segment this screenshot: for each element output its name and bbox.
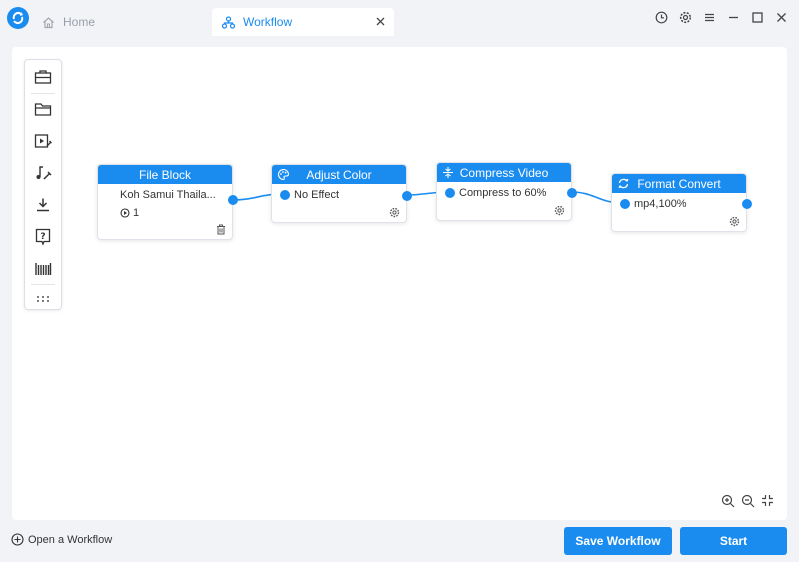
compress-video-title: Compress Video (459, 165, 549, 180)
file-block-title: File Block (138, 167, 191, 182)
close-tab-icon[interactable] (376, 16, 385, 28)
adjust-color-settings-icon[interactable] (389, 207, 400, 218)
format-convert-node[interactable]: Format Convert mp4,100% (611, 173, 752, 232)
workflow-icon (222, 15, 235, 29)
file-count-value: 1 (133, 207, 140, 219)
format-convert-header: Format Convert (612, 174, 746, 193)
node-connections (230, 191, 625, 204)
adjust-color-value: No Effect (294, 189, 340, 201)
tab-workflow-label: Workflow (243, 15, 293, 29)
convert-icon (617, 177, 630, 190)
fit-view-icon[interactable] (760, 493, 775, 508)
adjust-color-header: Adjust Color (272, 165, 406, 184)
app-logo-icon (7, 7, 29, 29)
home-icon (42, 16, 55, 29)
format-convert-settings-icon[interactable] (729, 216, 740, 227)
adjust-color-output-port[interactable] (402, 191, 412, 201)
window-controls (654, 10, 789, 25)
adjust-color-node[interactable]: Adjust Color No Effect (271, 164, 412, 223)
open-workflow-label: Open a Workflow (28, 533, 113, 546)
zoom-out-icon[interactable] (740, 493, 755, 508)
minimize-icon[interactable] (726, 10, 741, 25)
settings-icon[interactable] (678, 10, 693, 25)
palette-icon (277, 168, 290, 181)
maximize-icon[interactable] (750, 10, 765, 25)
open-workflow-link[interactable]: Open a Workflow (11, 533, 112, 546)
file-block-output-port[interactable] (228, 195, 238, 205)
format-convert-input-port[interactable] (620, 199, 630, 209)
zoom-in-icon[interactable] (720, 493, 735, 508)
tab-home[interactable]: Home (40, 8, 200, 36)
format-convert-value: mp4,100% (634, 198, 687, 210)
compress-video-header: Compress Video (437, 163, 571, 182)
zoom-controls (720, 493, 775, 508)
tab-home-label: Home (63, 15, 96, 29)
file-block-node[interactable]: File Block Koh Samui Thaila... 1 (97, 164, 238, 240)
workflow-canvas[interactable]: ? File Block Koh Samui Thaila... 1 Adjus… (12, 47, 787, 520)
title-bar: Home Workflow (0, 0, 799, 36)
format-convert-title: Format Convert (637, 176, 721, 191)
format-convert-output-port[interactable] (742, 199, 752, 209)
menu-icon[interactable] (702, 10, 717, 25)
close-icon[interactable] (774, 10, 789, 25)
compress-video-value: Compress to 60% (459, 187, 547, 199)
start-button[interactable]: Start (680, 527, 787, 555)
adjust-color-input-port[interactable] (280, 190, 290, 200)
compress-video-settings-icon[interactable] (554, 205, 565, 216)
delete-icon[interactable] (216, 224, 226, 235)
file-name: Koh Samui Thaila... (120, 189, 216, 201)
compress-video-output-port[interactable] (567, 188, 577, 198)
add-circle-icon (11, 533, 24, 546)
save-workflow-button[interactable]: Save Workflow (564, 527, 672, 555)
history-icon[interactable] (654, 10, 669, 25)
compress-icon (442, 166, 454, 179)
file-block-header: File Block (98, 165, 232, 184)
tab-workflow[interactable]: Workflow (212, 8, 394, 36)
file-count: 1 (120, 207, 139, 219)
adjust-color-title: Adjust Color (306, 167, 372, 182)
clip-count-icon (120, 208, 130, 218)
compress-video-input-port[interactable] (445, 188, 455, 198)
compress-video-node[interactable]: Compress Video Compress to 60% (436, 162, 577, 221)
